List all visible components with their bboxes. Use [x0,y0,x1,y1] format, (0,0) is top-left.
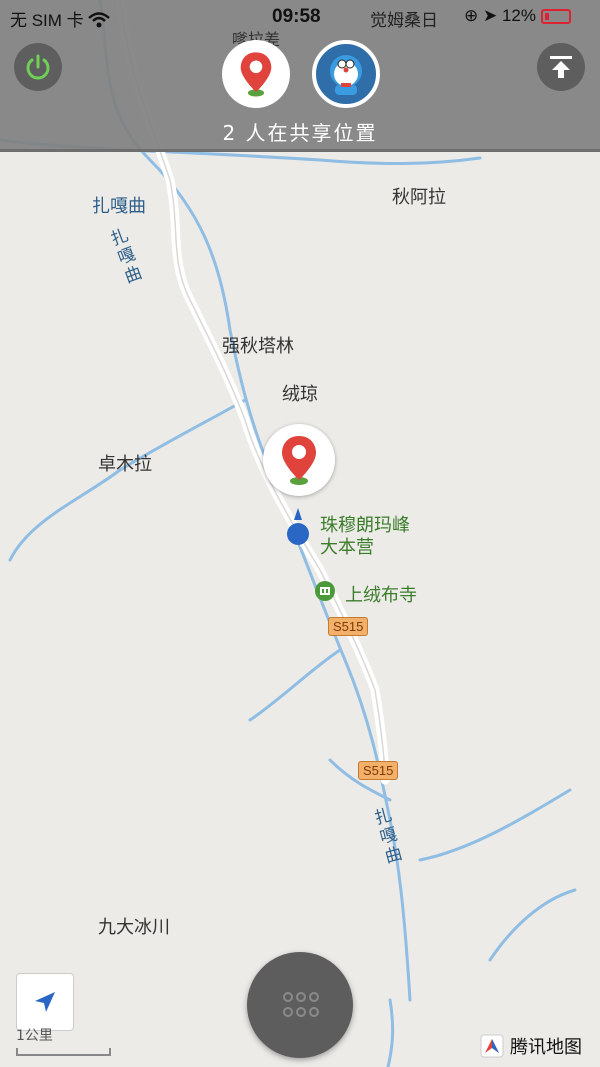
power-icon [26,54,50,80]
battery-icon [540,9,571,25]
map-scale-label: 1公里 [16,1028,53,1044]
main-menu-button[interactable] [247,952,353,1058]
map-scale-bar [16,1048,111,1056]
location-arrow-icon: ➤ [482,6,498,25]
grid-dots-icon [283,992,319,1018]
map-label-zhagaqu: 扎嘎曲 [92,196,146,217]
road-shield: S515 [328,617,369,636]
navigation-arrow-icon [35,992,55,1012]
map-label-temple: 上绒布寺 [345,585,417,606]
map-brand: 腾讯地图 [480,1033,582,1059]
participant-avatar-pin[interactable] [222,40,290,108]
map-label-rongqiong: 绒琼 [282,384,318,405]
status-right-group: ⊕ ➤ 12% [464,6,571,26]
temple-poi-icon [315,581,335,601]
upload-icon [550,56,572,78]
upload-button[interactable] [537,43,585,91]
status-location-text: 觉姆桑日 [370,11,438,30]
map-label-jiuda: 九大冰川 [98,917,170,938]
share-location-header: 无 SIM 卡 09:58 觉姆桑日 ⊕ ➤ 12% 嗲拉差 [0,0,600,152]
tencent-map-logo-icon [480,1034,504,1058]
status-carrier: 无 SIM 卡 [10,6,111,31]
road-shield: S515 [358,761,399,780]
wifi-icon [88,12,111,28]
status-time: 09:58 [272,6,321,27]
map-label-qiangqiu: 强秋塔林 [222,336,294,357]
share-status-text: 2 人在共享位置 [222,121,378,145]
user-location-icon [287,508,309,545]
map-label-zhuomula: 卓木拉 [98,454,152,475]
map-label-qiualala: 秋阿拉 [392,187,446,208]
doraemon-avatar-icon [330,55,362,95]
power-button[interactable] [14,43,62,91]
participant-avatar-doraemon[interactable] [312,40,380,108]
location-pin-bubble[interactable] [263,424,335,496]
map-label-basecamp: 珠穆朗玛峰 大本营 [320,515,410,558]
rotation-lock-icon: ⊕ [464,6,479,25]
map-pin-icon [282,436,316,485]
locate-me-button[interactable] [16,973,74,1031]
map-pin-icon [240,52,272,97]
